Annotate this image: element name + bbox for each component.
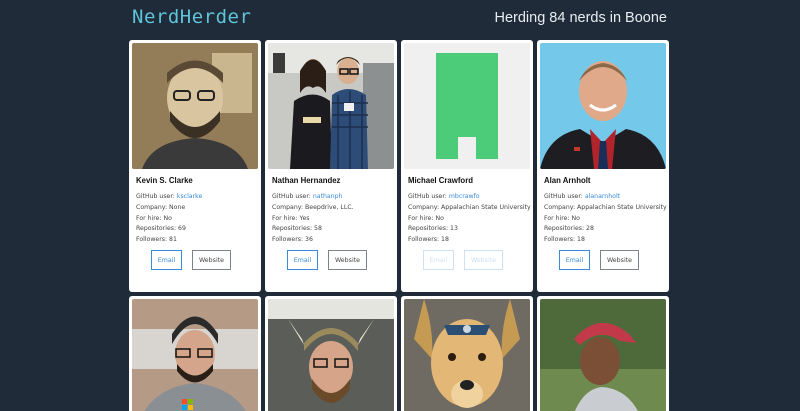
nerd-name: Nathan Hernandez — [272, 176, 341, 185]
email-button: Email — [423, 250, 454, 270]
repos-value: 13 — [450, 225, 458, 233]
followers-value: 81 — [169, 236, 177, 244]
nerd-details: GitHub user: mbcrawfo Company: Appalachi… — [408, 193, 531, 244]
nerd-card — [537, 296, 669, 411]
email-button[interactable]: Email — [151, 250, 182, 270]
avatar — [540, 299, 666, 411]
company-value: Appalachian State University — [577, 203, 667, 211]
avatar — [132, 43, 258, 169]
website-button: Website — [464, 250, 503, 270]
nerd-card — [129, 296, 261, 411]
nerd-grid: Kevin S. Clarke GitHub user: ksclarke Co… — [129, 40, 669, 411]
nerd-card: Nathan Hernandez GitHub user: nathanph C… — [265, 40, 397, 292]
brand-logo[interactable]: NerdHerder — [132, 6, 251, 28]
website-button[interactable]: Website — [192, 250, 231, 270]
company-value: Appalachian State University — [441, 203, 531, 211]
nerd-card — [265, 296, 397, 411]
nerd-details: GitHub user: nathanph Company: Beepdrive… — [272, 193, 354, 244]
github-link[interactable]: mbcrawfo — [449, 193, 480, 200]
nerd-details: GitHub user: alanarnholt Company: Appala… — [544, 193, 667, 244]
card-actions: Email Website — [151, 250, 231, 270]
avatar — [268, 299, 394, 411]
avatar — [132, 299, 258, 411]
avatar — [404, 43, 530, 169]
website-button[interactable]: Website — [328, 250, 367, 270]
github-link[interactable]: nathanph — [313, 193, 343, 200]
page-tagline: Herding 84 nerds in Boone — [494, 10, 667, 26]
website-button[interactable]: Website — [600, 250, 639, 270]
avatar — [404, 299, 530, 411]
nerd-card: Alan Arnholt GitHub user: alanarnholt Co… — [537, 40, 669, 292]
company-value: Beepdrive, LLC. — [305, 203, 354, 211]
hire-value: No — [571, 214, 580, 222]
avatar — [540, 43, 666, 169]
hire-value: No — [163, 214, 172, 222]
followers-value: 18 — [577, 236, 585, 244]
hire-value: No — [435, 214, 444, 222]
card-actions: Email Website — [423, 250, 503, 270]
nerd-details: GitHub user: ksclarke Company: None For … — [136, 193, 203, 244]
followers-value: 36 — [305, 236, 313, 244]
email-button[interactable]: Email — [287, 250, 318, 270]
github-link[interactable]: ksclarke — [177, 193, 202, 200]
hire-value: Yes — [299, 214, 310, 222]
page-header: NerdHerder Herding 84 nerds in Boone — [0, 0, 800, 40]
repos-value: 28 — [586, 225, 594, 233]
card-actions: Email Website — [559, 250, 639, 270]
nerd-card: Michael Crawford GitHub user: mbcrawfo C… — [401, 40, 533, 292]
repos-value: 69 — [178, 225, 186, 233]
github-link[interactable]: alanarnholt — [585, 193, 620, 200]
card-actions: Email Website — [287, 250, 367, 270]
followers-value: 18 — [441, 236, 449, 244]
nerd-card: Kevin S. Clarke GitHub user: ksclarke Co… — [129, 40, 261, 292]
nerd-name: Kevin S. Clarke — [136, 176, 193, 185]
avatar — [268, 43, 394, 169]
nerd-name: Michael Crawford — [408, 176, 473, 185]
nerd-name: Alan Arnholt — [544, 176, 591, 185]
nerd-card — [401, 296, 533, 411]
company-value: None — [169, 203, 186, 211]
email-button[interactable]: Email — [559, 250, 590, 270]
repos-value: 58 — [314, 225, 322, 233]
